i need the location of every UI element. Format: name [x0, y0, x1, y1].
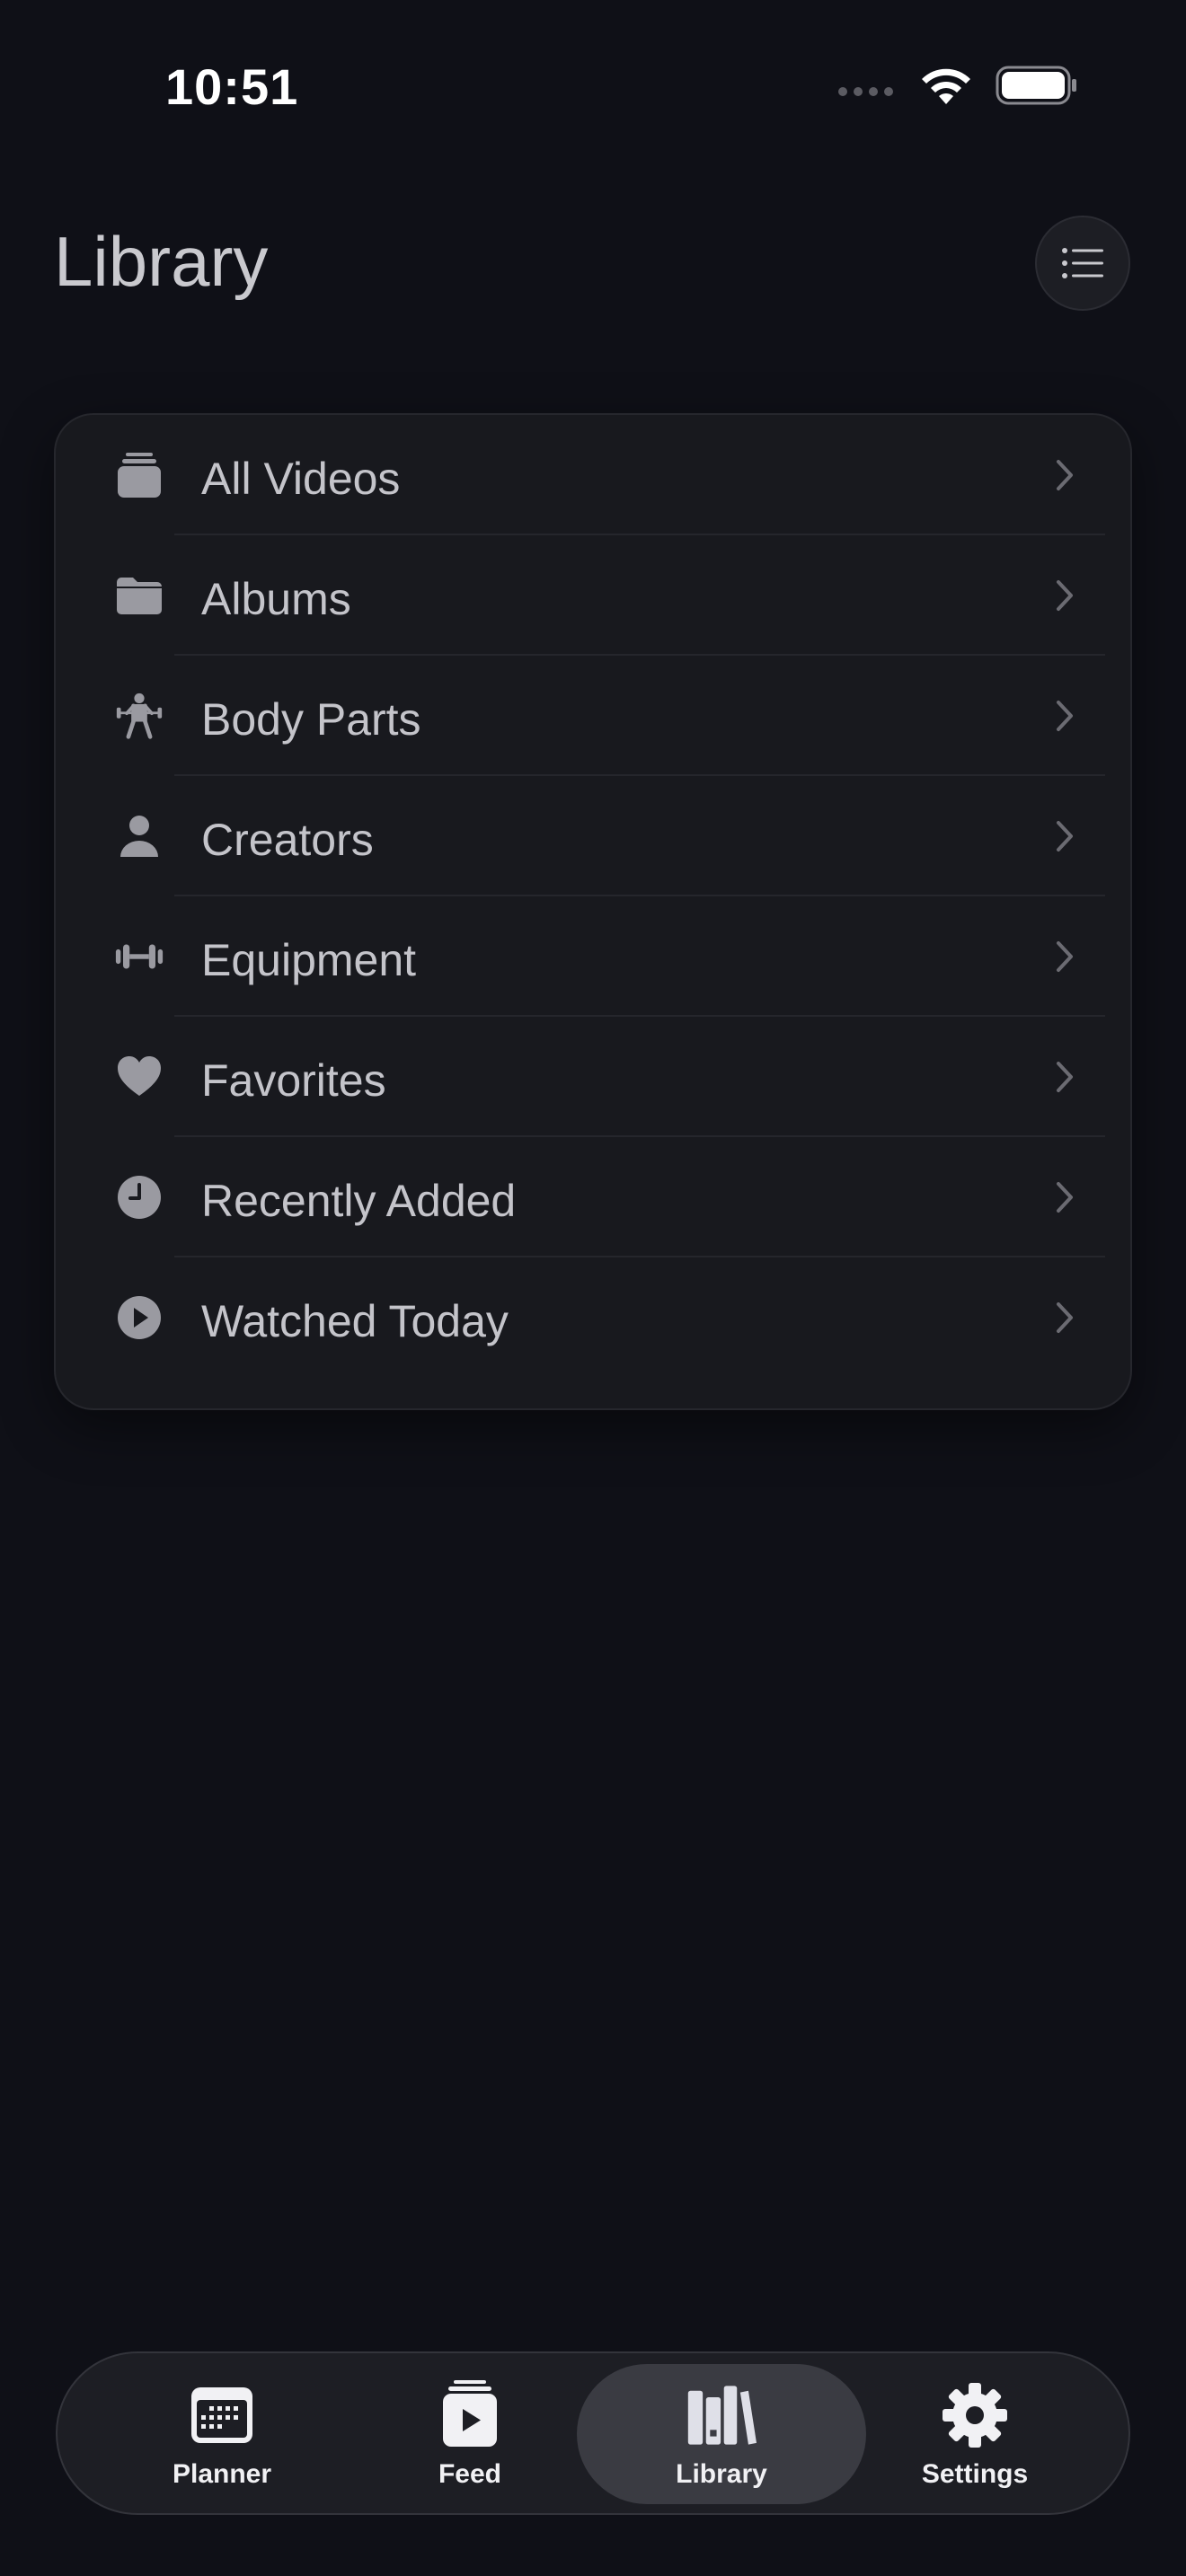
books-icon [686, 2380, 757, 2450]
chevron-right-icon [1057, 460, 1073, 490]
library-item-label: Watched Today [201, 1296, 509, 1346]
stack-icon [115, 451, 164, 499]
dumbbell-icon [115, 932, 164, 981]
person-icon [115, 812, 164, 860]
status-icons [838, 65, 1078, 106]
library-item-label: Body Parts [201, 694, 421, 745]
folder-icon [115, 571, 164, 620]
chevron-right-icon [1057, 580, 1073, 611]
library-item-label: Favorites [201, 1055, 386, 1106]
calendar-icon [187, 2380, 257, 2450]
status-bar: 10:51 [0, 0, 1186, 171]
tab-library[interactable]: Library [577, 2364, 866, 2504]
tab-label: Feed [438, 2459, 502, 2489]
library-item-label: Creators [201, 815, 374, 865]
tab-label: Settings [921, 2459, 1029, 2489]
list-bullet-icon [1062, 248, 1103, 278]
tab-label: Library [676, 2459, 767, 2489]
library-list: All Videos Albums Body Parts Creators Eq… [54, 413, 1132, 1410]
tab-bar: Planner Feed Library Settings [56, 2351, 1130, 2515]
chevron-right-icon [1057, 1062, 1073, 1092]
chevron-right-icon [1057, 941, 1073, 972]
tab-label: Planner [172, 2459, 272, 2489]
library-item-watched-today[interactable]: Watched Today [56, 1257, 1130, 1378]
gear-icon [940, 2380, 1010, 2450]
video-stack-icon [435, 2378, 505, 2448]
page-title: Library [54, 222, 269, 301]
library-item-albums[interactable]: Albums [56, 535, 1130, 656]
library-item-label: All Videos [201, 454, 401, 504]
battery-icon [996, 66, 1076, 105]
library-item-body-parts[interactable]: Body Parts [56, 656, 1130, 776]
library-item-all-videos[interactable]: All Videos [56, 415, 1130, 535]
library-item-label: Equipment [201, 935, 417, 985]
chevron-right-icon [1057, 821, 1073, 851]
library-item-label: Albums [201, 574, 351, 624]
cellular-signal-icon [838, 87, 893, 96]
status-time: 10:51 [165, 58, 299, 115]
tab-feed[interactable]: Feed [358, 2353, 582, 2513]
tab-planner[interactable]: Planner [110, 2353, 334, 2513]
chevron-right-icon [1057, 1182, 1073, 1213]
clock-icon [115, 1173, 164, 1222]
library-item-equipment[interactable]: Equipment [56, 896, 1130, 1017]
wifi-icon [922, 68, 970, 104]
heart-icon [115, 1053, 164, 1101]
play-circle-icon [115, 1293, 164, 1342]
library-item-creators[interactable]: Creators [56, 776, 1130, 896]
library-item-label: Recently Added [201, 1176, 517, 1226]
tab-settings[interactable]: Settings [863, 2353, 1087, 2513]
library-item-recently-added[interactable]: Recently Added [56, 1137, 1130, 1257]
chevron-right-icon [1057, 1302, 1073, 1333]
menu-button[interactable] [1035, 216, 1130, 311]
library-item-favorites[interactable]: Favorites [56, 1017, 1130, 1137]
chevron-right-icon [1057, 701, 1073, 731]
weightlifter-icon [115, 692, 164, 740]
